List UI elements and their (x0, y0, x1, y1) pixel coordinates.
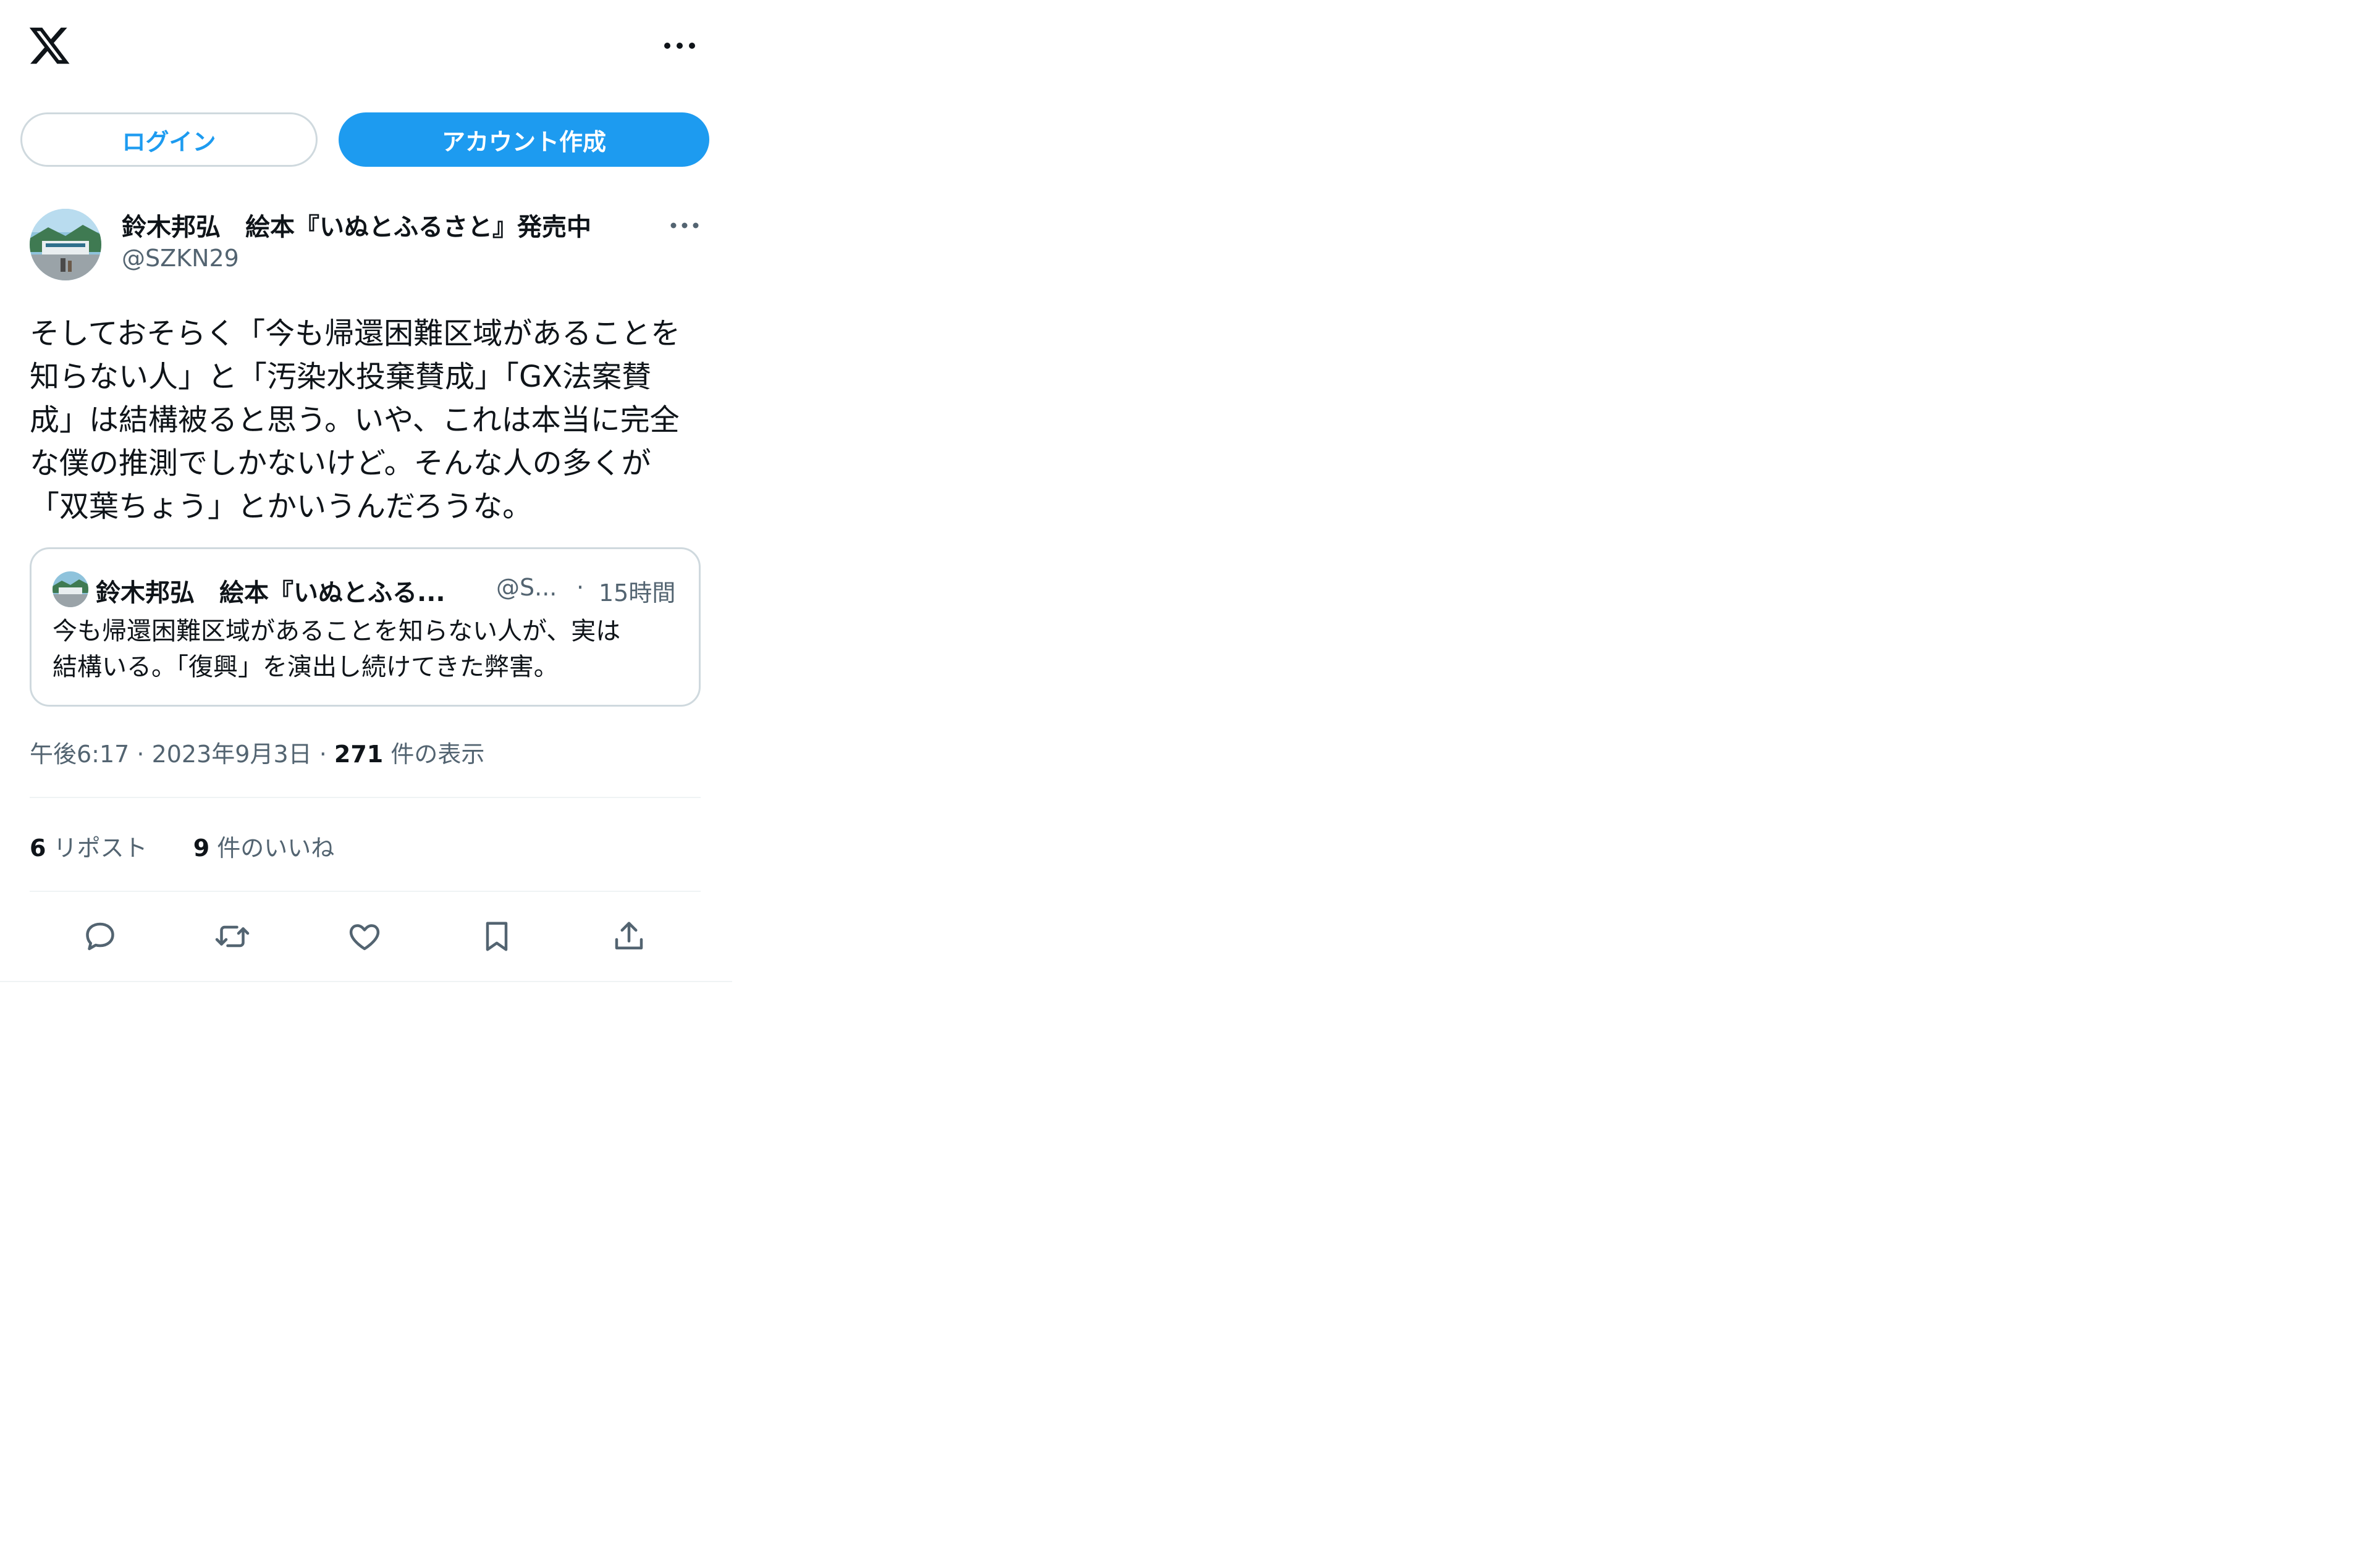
meta-separator: · (319, 741, 327, 768)
post-text-line: 「双葉ちょう」とかいうんだろうな。 (30, 489, 533, 524)
login-button[interactable]: ログイン (20, 112, 318, 167)
author-name[interactable]: 鈴木邦弘 絵本『いぬとふるさと』発売中 (122, 207, 591, 243)
reposts-count: 6 (30, 835, 46, 862)
post-text-line: そしておそらく「今も帰還困難区域があることを (30, 316, 681, 351)
quoted-text: 今も帰還困難区域があることを知らない人が、実は 結構いる。「復興」を演出し続けて… (53, 613, 620, 685)
quoted-time: 15時間 (599, 579, 676, 607)
reply-icon[interactable] (78, 914, 122, 959)
repost-icon[interactable] (210, 914, 255, 959)
likes-stat[interactable]: 9 件のいいね (193, 835, 335, 862)
post-text-line: 知らない人」と「汚染水投棄賛成」「GX法案賛 (30, 359, 652, 394)
post-text-line: な僕の推測でしかないけど。そんな人の多くが (30, 446, 651, 481)
bookmark-icon[interactable] (475, 914, 519, 959)
quoted-text-line: 結構いる。「復興」を演出し続けてきた弊害。 (53, 653, 559, 681)
views-count: 271 (334, 741, 384, 768)
quoted-author-name: 鈴木邦弘 絵本『いぬとふる... (96, 579, 445, 607)
create-account-button[interactable]: アカウント作成 (339, 112, 709, 167)
quoted-author-handle: @S... (496, 574, 557, 601)
reposts-label: リポスト (53, 835, 148, 862)
engagement-stats: 6 リポスト 9 件のいいね (30, 829, 334, 863)
quoted-post[interactable]: 鈴木邦弘 絵本『いぬとふる... @S... · 15時間 今も帰還困難区域があ… (30, 547, 701, 707)
post-more-icon[interactable] (667, 216, 702, 235)
x-logo-icon[interactable] (27, 23, 72, 68)
likes-label: 件のいいね (217, 835, 335, 862)
top-bar (0, 0, 732, 99)
divider (30, 891, 701, 892)
quoted-text-line: 今も帰還困難区域があることを知らない人が、実は (53, 617, 621, 645)
post-text-line: 成」は結構被ると思う。いや、これは本当に完全 (30, 403, 680, 437)
quoted-avatar (53, 571, 88, 607)
author-handle[interactable]: @SZKN29 (122, 245, 239, 272)
post-meta: 午後6:17 · 2023年9月3日 · 271 件の表示 (30, 735, 484, 769)
divider (30, 797, 701, 798)
bottom-divider (0, 981, 732, 982)
views-label: 件の表示 (390, 741, 485, 768)
avatar[interactable] (30, 209, 101, 280)
more-horizontal-icon[interactable] (660, 33, 699, 58)
likes-count: 9 (193, 835, 210, 862)
quoted-separator: · (576, 574, 584, 601)
post-text: そしておそらく「今も帰還困難区域があることを 知らない人」と「汚染水投棄賛成」「… (30, 312, 709, 528)
post-timestamp[interactable]: 午後6:17 · 2023年9月3日 (30, 741, 312, 768)
like-icon[interactable] (342, 914, 387, 959)
share-icon[interactable] (607, 914, 651, 959)
reposts-stat[interactable]: 6 リポスト (30, 835, 148, 862)
